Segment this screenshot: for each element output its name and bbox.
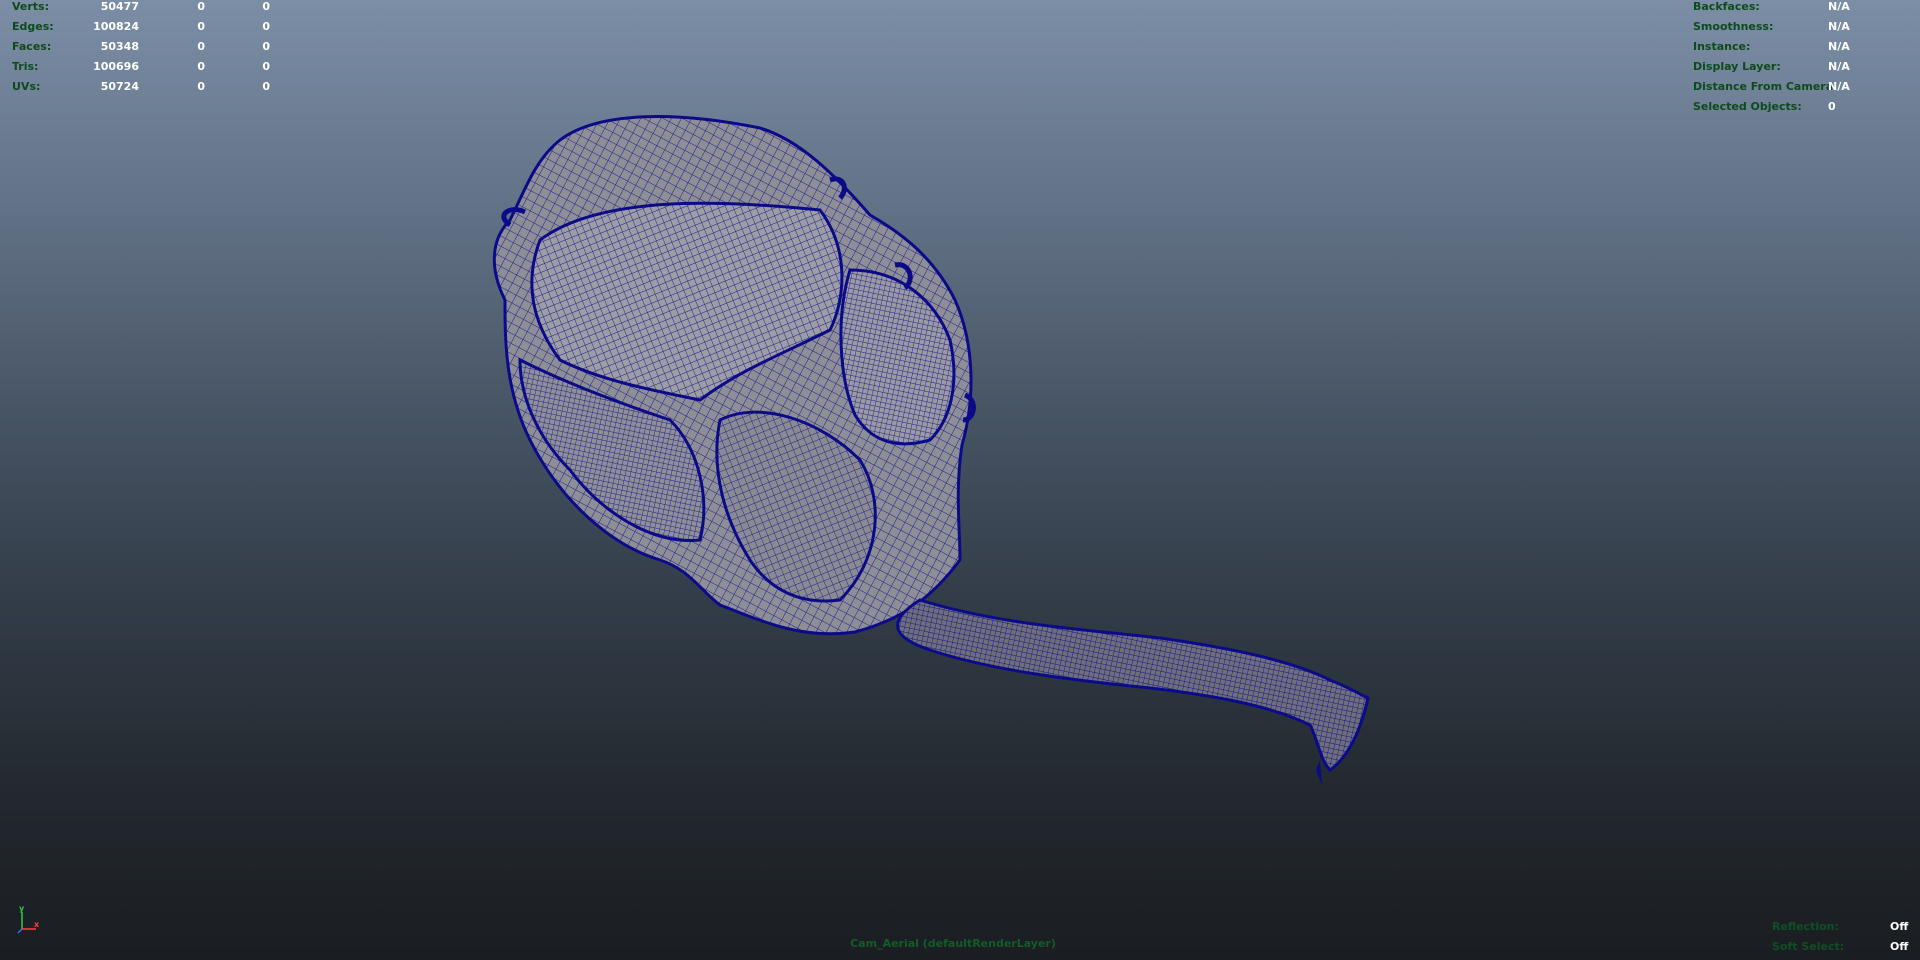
- poly-stat-value: 0: [262, 80, 270, 93]
- object-detail-value: N/A: [1828, 0, 1850, 13]
- viewport-status-row: Reflection: Off: [1770, 917, 1910, 937]
- object-detail-row: Selected Objects: 0: [1693, 97, 1913, 117]
- viewport-status-value: Off: [1890, 920, 1909, 933]
- poly-stat-label: Faces:: [12, 40, 52, 53]
- poly-stat-value: 50477: [100, 0, 139, 13]
- poly-stat-label: Tris:: [12, 60, 39, 73]
- object-detail-label: Backfaces:: [1693, 0, 1760, 13]
- poly-stat-value: 0: [262, 20, 270, 33]
- axis-x-label: x: [34, 920, 40, 929]
- poly-stat-value: 100696: [93, 60, 139, 73]
- viewport-status-label: Reflection:: [1772, 920, 1839, 933]
- poly-stat-value: 50724: [100, 80, 139, 93]
- object-detail-value: N/A: [1828, 60, 1850, 73]
- poly-stat-row: Faces: 50348 0 0: [12, 37, 292, 57]
- wireframe-mesh[interactable]: [0, 0, 1920, 960]
- poly-stat-label: UVs:: [12, 80, 41, 93]
- object-detail-row: Backfaces: N/A: [1693, 0, 1913, 17]
- poly-stat-row: Verts: 50477 0 0: [12, 0, 292, 17]
- poly-stat-row: Edges: 100824 0 0: [12, 17, 292, 37]
- object-detail-label: Instance:: [1693, 40, 1751, 53]
- poly-stat-value: 0: [197, 40, 205, 53]
- poly-stat-value: 0: [197, 80, 205, 93]
- axis-y-label: y: [19, 904, 25, 913]
- poly-stat-value: 0: [262, 40, 270, 53]
- object-details-hud: Backfaces: N/A Smoothness: N/A Instance: N/A D…: [1693, 0, 1913, 117]
- object-detail-row: Display Layer: N/A: [1693, 57, 1913, 77]
- object-detail-value: N/A: [1828, 80, 1850, 93]
- object-detail-label: Display Layer:: [1693, 60, 1781, 73]
- poly-stat-value: 100824: [93, 20, 139, 33]
- poly-stat-value: 50348: [100, 40, 139, 53]
- poly-stat-value: 0: [197, 20, 205, 33]
- object-detail-row: Smoothness: N/A: [1693, 17, 1913, 37]
- object-detail-value: N/A: [1828, 40, 1850, 53]
- view-axis-icon: y x: [17, 904, 40, 934]
- object-detail-value: N/A: [1828, 20, 1850, 33]
- poly-stat-row: Tris: 100696 0 0: [12, 57, 292, 77]
- camera-label: Cam_Aerial (defaultRenderLayer): [850, 937, 1056, 950]
- poly-count-hud: Verts: 50477 0 0 Edges: 100824 0 0 Faces: 50348 0 0…: [12, 0, 292, 97]
- poly-stat-row: UVs: 50724 0 0: [12, 77, 292, 97]
- object-detail-label: Smoothness:: [1693, 20, 1774, 33]
- poly-stat-label: Edges:: [12, 20, 54, 33]
- poly-stat-value: 0: [197, 0, 205, 13]
- poly-stat-value: 0: [197, 60, 205, 73]
- object-detail-label: Selected Objects:: [1693, 100, 1802, 113]
- poly-stat-value: 0: [262, 0, 270, 13]
- object-detail-value: 0: [1828, 100, 1836, 113]
- poly-stat-label: Verts:: [12, 0, 50, 13]
- object-detail-row: Instance: N/A: [1693, 37, 1913, 57]
- object-detail-label: Distance From Camera:: [1693, 80, 1838, 93]
- object-detail-row: Distance From Camera: N/A: [1693, 77, 1913, 97]
- poly-stat-value: 0: [262, 60, 270, 73]
